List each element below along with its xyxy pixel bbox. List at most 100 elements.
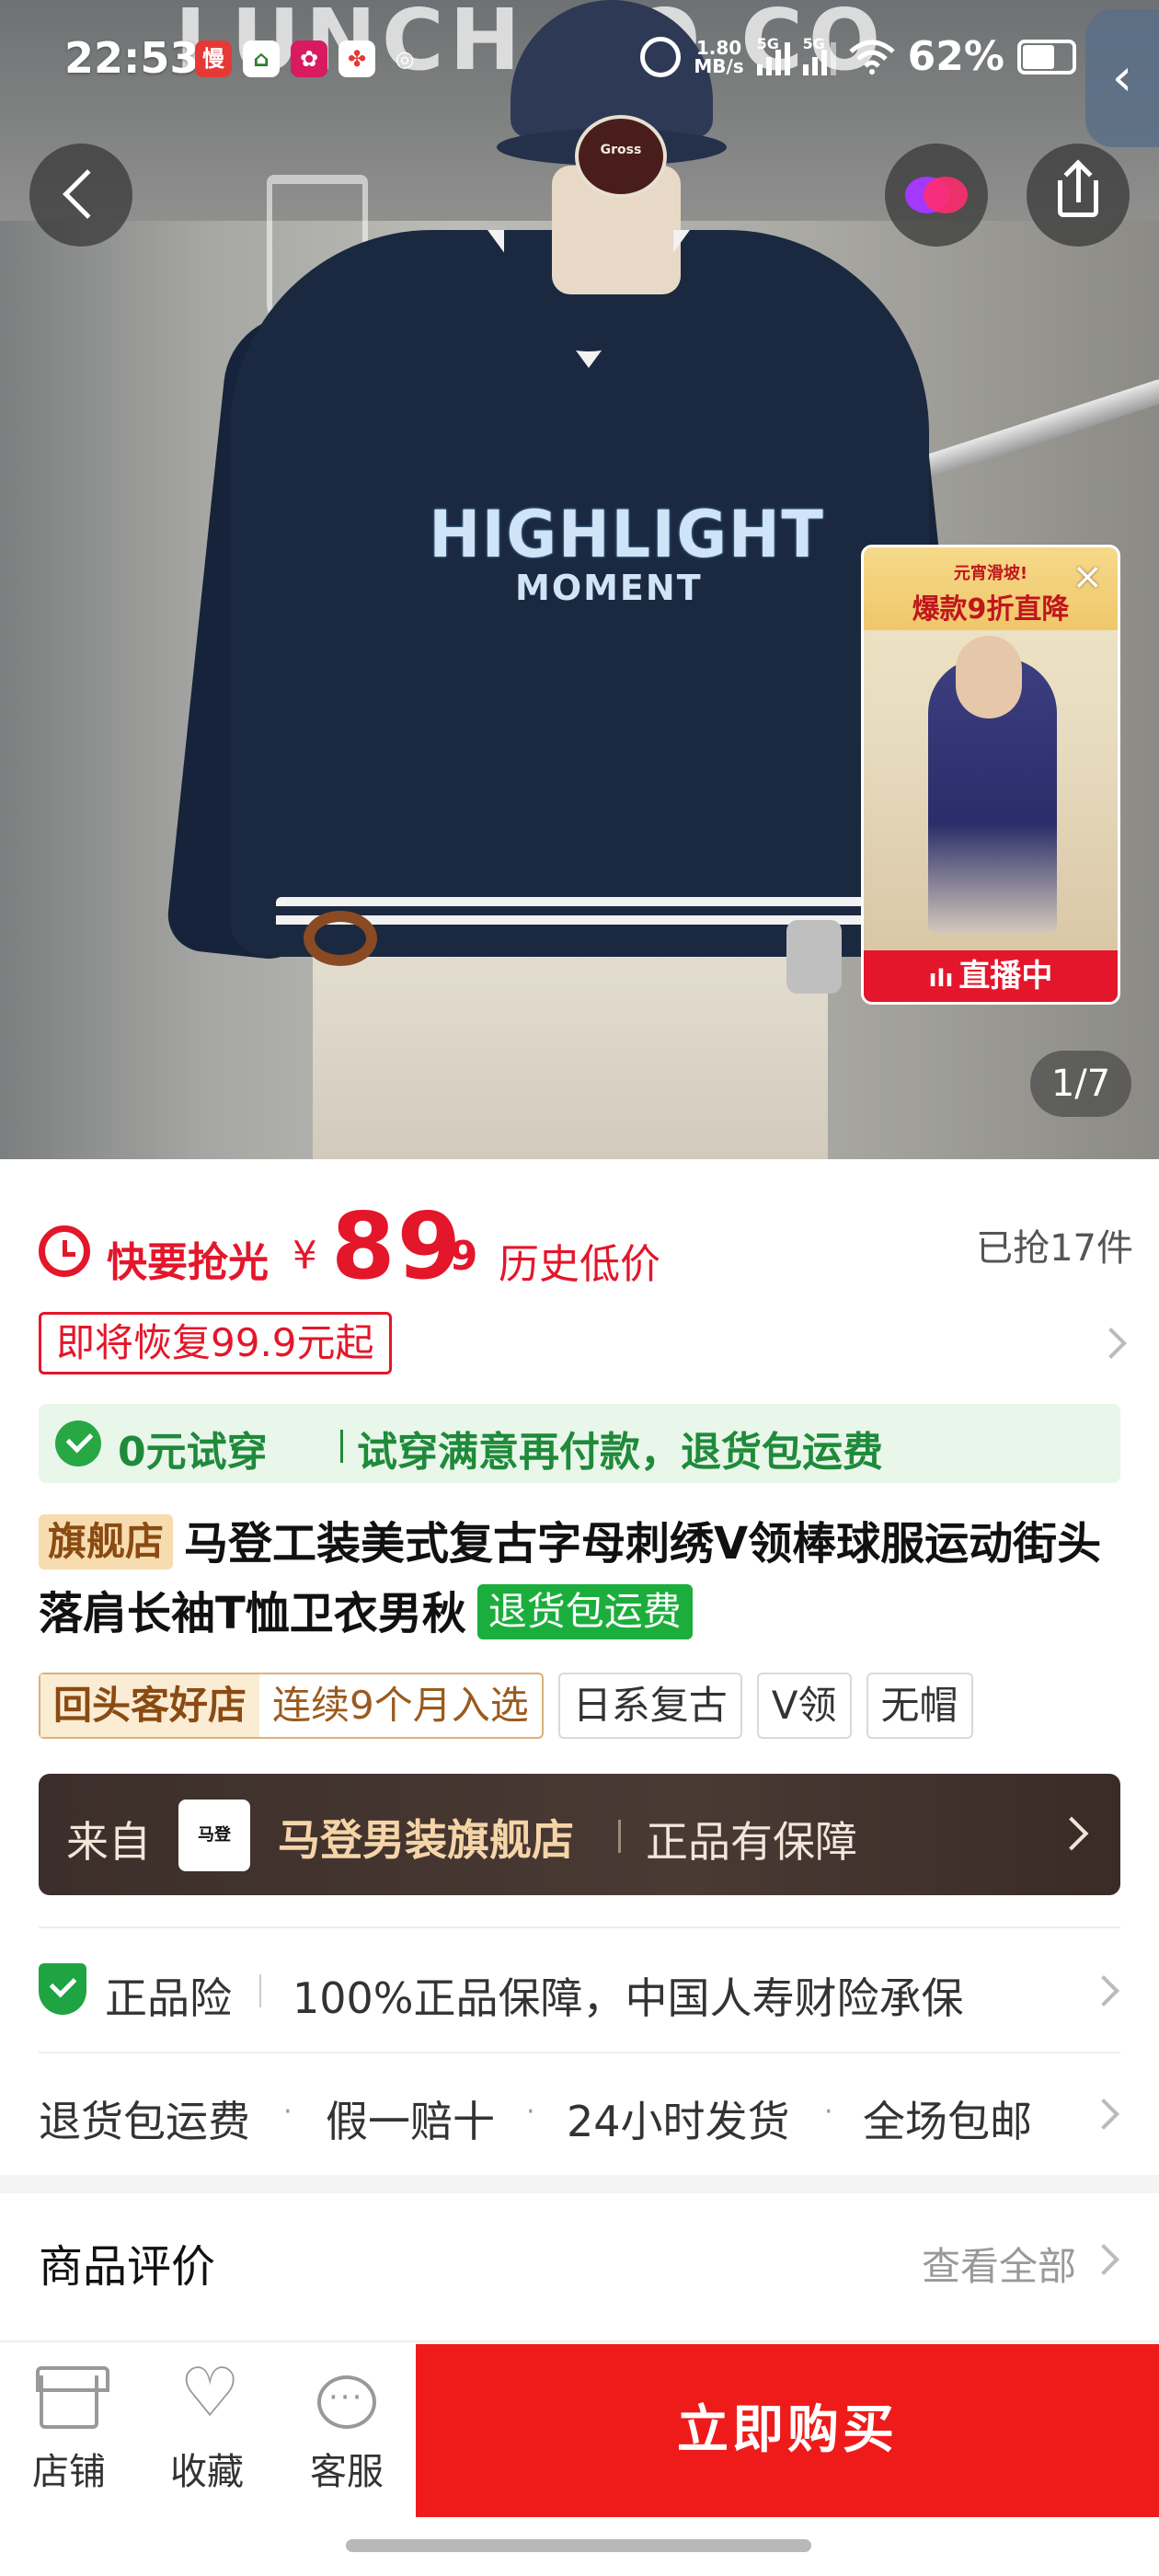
chevron-right-icon xyxy=(1054,1816,1089,1851)
section-gap xyxy=(0,2175,1159,2193)
store-separator xyxy=(618,1820,621,1853)
status-time: 22:53 xyxy=(64,33,200,83)
favorite-button[interactable]: 收藏 xyxy=(147,2359,267,2495)
store-tab-label: 店铺 xyxy=(32,2451,106,2493)
service-item: 全场包邮 xyxy=(863,2097,1032,2146)
home-indicator[interactable] xyxy=(346,2539,811,2552)
alarm-clock-icon xyxy=(39,1225,90,1277)
wifi-icon xyxy=(849,40,895,75)
insurance-label: 正品险 xyxy=(105,1973,232,2023)
insurance-detail: 100%正品保障，中国人寿财险承保 xyxy=(293,1973,964,2023)
network-speed: 1.80 MB/s xyxy=(694,36,744,77)
shirt-print-line1: HIGHLIGHT xyxy=(429,497,825,572)
tag-item: 日系复古 xyxy=(557,1673,742,1739)
price-row: 快要抢光 ¥ 89 .9 历史低价 已抢17件 xyxy=(39,1192,1133,1300)
repeat-customer-label: 回头客好店 xyxy=(40,1674,260,1737)
image-page-indicator: 1/7 xyxy=(1030,1051,1131,1117)
tryon-check-icon xyxy=(55,1420,101,1466)
notification-icon-1: 慢 xyxy=(195,40,232,77)
service-item: 假一赔十 xyxy=(326,2097,495,2146)
cap-badge: Gross xyxy=(575,115,667,198)
repeat-customer-detail: 连续9个月入选 xyxy=(272,1683,529,1728)
heart-icon xyxy=(178,2359,240,2429)
live-stream-card[interactable]: 元宵滑坡! 爆款9折直降 × ılı 直播中 xyxy=(861,545,1120,1005)
product-tags: 回头客好店 连续9个月入选 日系复古 V领 无帽 xyxy=(39,1673,973,1739)
insurance-row[interactable]: 正品险 100%正品保障，中国人寿财险承保 xyxy=(39,1960,1120,2024)
membership-button[interactable] xyxy=(885,144,988,247)
wrist-band xyxy=(304,911,377,966)
service-dot: · xyxy=(283,2096,293,2128)
chevron-right-icon[interactable] xyxy=(1096,1328,1127,1359)
customer-service-button[interactable]: 客服 xyxy=(287,2375,407,2495)
chevron-right-icon xyxy=(1088,2099,1119,2130)
store-from-label: 来自 xyxy=(66,1817,151,1867)
sold-count: 已抢17件 xyxy=(976,1227,1133,1270)
tag-item: V领 xyxy=(756,1673,852,1739)
notification-icon-3: ✿ xyxy=(291,40,327,77)
price-restore-notice: 即将恢复99.9元起 xyxy=(39,1312,392,1374)
battery-icon xyxy=(1017,39,1076,75)
tryon-lead: 0元试穿 xyxy=(118,1429,268,1476)
share-button[interactable] xyxy=(1027,144,1130,247)
repeat-customer-tag[interactable]: 回头客好店 连续9个月入选 xyxy=(39,1673,544,1739)
store-icon xyxy=(36,2366,109,2429)
store-name: 马登男装旗舰店 xyxy=(278,1815,574,1865)
divider xyxy=(39,2052,1120,2053)
rush-label: 快要抢光 xyxy=(107,1239,269,1286)
live-bars-icon: ılı xyxy=(928,965,954,993)
service-dot: · xyxy=(824,2096,833,2128)
price-currency: ¥ xyxy=(293,1233,317,1278)
signal-icon-2: 5G xyxy=(802,35,836,75)
reviews-heading: 商品评价 xyxy=(39,2241,216,2293)
live-status-label: 直播中 xyxy=(958,958,1053,995)
product-title: 旗舰店 马登工装美式复古字母刺绣V领棒球服运动街头落肩长袖T恤卫衣男秋 退货包运费 xyxy=(39,1509,1133,1649)
status-right-group: 1.80 MB/s 5G 5G 62% xyxy=(640,33,1076,80)
handrail xyxy=(904,376,1159,485)
free-tryon-banner[interactable]: 0元试穿 试穿满意再付款，退货包运费 xyxy=(39,1404,1120,1483)
customer-service-label: 客服 xyxy=(310,2451,384,2493)
live-status: ılı 直播中 xyxy=(864,950,1118,1002)
buy-now-button[interactable]: 立即购买 xyxy=(416,2344,1159,2517)
store-bar[interactable]: 来自 马登 马登男装旗舰店 正品有保障 xyxy=(39,1774,1120,1895)
side-collapse-tab[interactable]: ‹ xyxy=(1085,9,1159,147)
history-low-label: 历史低价 xyxy=(499,1241,660,1288)
store-tab-button[interactable]: 店铺 xyxy=(9,2366,129,2495)
service-row[interactable]: 退货包运费 · 假一赔十 · 24小时发货 · 全场包邮 xyxy=(39,2083,1120,2147)
alarm-icon xyxy=(640,36,682,77)
tryon-detail: 试穿满意再付款，退货包运费 xyxy=(357,1429,883,1476)
store-guarantee: 正品有保障 xyxy=(646,1817,857,1867)
brand-dot-icon-2 xyxy=(924,177,968,213)
chevron-right-icon xyxy=(1088,2244,1119,2275)
battery-percent: 62% xyxy=(907,33,1004,80)
live-host-head xyxy=(956,636,1022,719)
signal-label-1: 5G xyxy=(756,34,779,52)
shield-icon xyxy=(39,1963,86,2015)
notification-icon-2: ⌂ xyxy=(243,40,280,77)
wechat-icon: ◎ xyxy=(395,46,415,72)
reviews-header[interactable]: 商品评价 查看全部 xyxy=(39,2223,1120,2296)
service-item: 24小时发货 xyxy=(567,2097,790,2146)
shirt-print-line2: MOMENT xyxy=(515,568,703,608)
close-live-icon[interactable]: × xyxy=(1072,558,1103,595)
signal-icon-1: 5G xyxy=(756,35,790,75)
chat-icon xyxy=(317,2375,376,2429)
divider xyxy=(39,1926,1120,1928)
service-dot: · xyxy=(526,2096,535,2128)
store-logo-text: 马登 xyxy=(198,1825,231,1845)
chevron-left-icon xyxy=(63,169,112,219)
store-logo: 马登 xyxy=(178,1800,250,1871)
tag-item: 无帽 xyxy=(866,1673,973,1739)
view-all-reviews-link[interactable]: 查看全部 xyxy=(922,2236,1076,2292)
cap-badge-text: Gross xyxy=(600,143,642,157)
chevron-right-icon xyxy=(1088,1975,1119,2007)
service-item: 退货包运费 xyxy=(39,2097,250,2146)
back-button[interactable] xyxy=(29,144,132,247)
insurance-separator xyxy=(259,1974,261,2007)
flagship-tag: 旗舰店 xyxy=(39,1514,174,1570)
price-decimal: .9 xyxy=(434,1233,478,1280)
favorite-label: 收藏 xyxy=(170,2451,244,2493)
tryon-separator xyxy=(340,1430,343,1463)
return-shipping-tag: 退货包运费 xyxy=(476,1584,693,1639)
status-bar: 22:53 慢 ⌂ ✿ ✤ ◎ 1.80 MB/s 5G 5G 62% xyxy=(0,0,1159,124)
signal-label-2: 5G xyxy=(802,34,825,52)
